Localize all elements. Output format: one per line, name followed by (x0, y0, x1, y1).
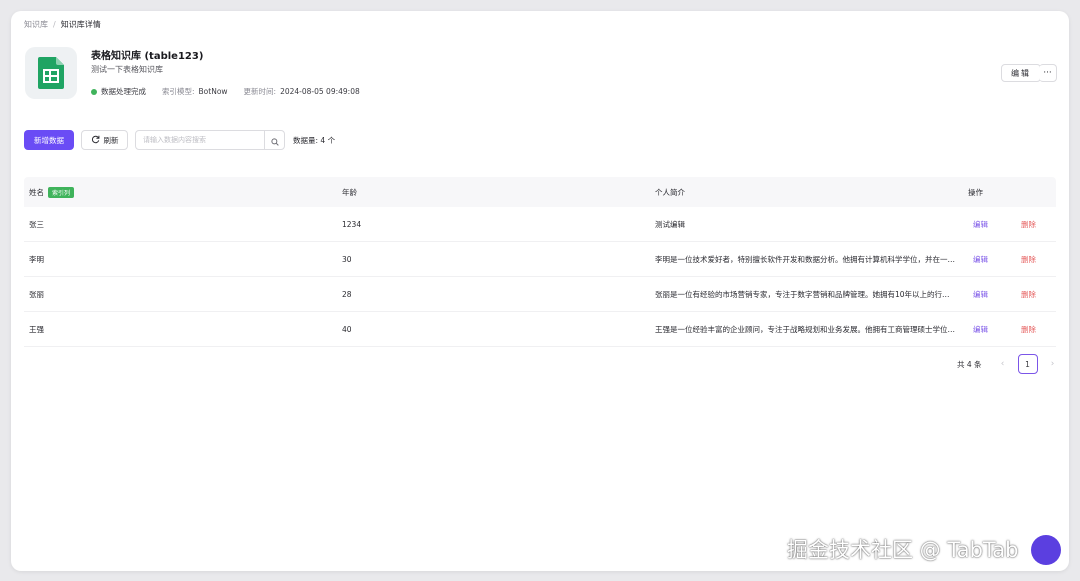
status-dot-icon (91, 88, 97, 95)
column-header-name: 姓名 索引列 (24, 186, 337, 198)
breadcrumb: 知识库 / 知识库详情 (24, 19, 101, 30)
index-model-label: 索引模型: (162, 87, 195, 96)
cell-name: 王强 (29, 324, 44, 334)
cell-bio: 测试编辑 (655, 219, 685, 229)
cell-name: 张丽 (29, 289, 44, 299)
data-count: 数据量: 4 个 (293, 135, 336, 145)
data-table: 姓名 索引列 年龄 个人简介 操作 张三 1234 测试编辑 编辑 删除 李明 … (24, 177, 1056, 347)
column-header-name-label: 姓名 (29, 187, 44, 197)
table-row: 张丽 28 张丽是一位有经验的市场营销专家，专注于数字营销和品牌管理。她拥有10… (24, 277, 1056, 312)
kb-meta: 数据处理完成 索引模型: BotNow 更新时间: 2024-08-05 09:… (91, 86, 376, 97)
watermark: 掘金技术社区 @ TabTab (787, 538, 1019, 562)
index-model-value: BotNow (198, 87, 228, 96)
floating-assistant-button[interactable] (1031, 535, 1061, 565)
more-options-button[interactable]: ··· (1039, 64, 1057, 82)
cell-age: 28 (342, 289, 352, 299)
prev-page-button[interactable]: ‹ (994, 359, 1012, 369)
breadcrumb-separator: / (53, 20, 56, 29)
search-button[interactable] (264, 131, 284, 149)
index-column-badge: 索引列 (48, 186, 75, 198)
row-edit-link[interactable]: 编辑 (973, 219, 988, 230)
refresh-button[interactable]: 刷新 (81, 130, 128, 150)
pagination: 共 4 条 ‹ 1 › (957, 354, 1062, 374)
pagination-total: 共 4 条 (957, 359, 982, 369)
cell-name: 李明 (29, 254, 44, 264)
table-row: 张三 1234 测试编辑 编辑 删除 (24, 207, 1056, 242)
row-edit-link[interactable]: 编辑 (973, 254, 988, 265)
app-window: 知识库 / 知识库详情 表格知识库 (table123) 测试一下表格知识库 数… (11, 11, 1069, 571)
column-header-bio: 个人简介 (655, 187, 685, 197)
search-icon (270, 131, 279, 149)
cell-age: 1234 (342, 219, 362, 229)
kb-description: 测试一下表格知识库 (91, 65, 163, 74)
updated-value: 2024-08-05 09:49:08 (280, 87, 360, 96)
refresh-icon (91, 135, 100, 146)
cell-age: 40 (342, 324, 352, 334)
row-delete-link[interactable]: 删除 (1021, 219, 1036, 230)
search-input[interactable] (136, 131, 264, 149)
column-header-age: 年龄 (342, 187, 357, 197)
cell-bio: 张丽是一位有经验的市场营销专家，专注于数字营销和品牌管理。她拥有10年以上的行业… (655, 289, 963, 299)
breadcrumb-current: 知识库详情 (60, 20, 101, 29)
page-button-current[interactable]: 1 (1017, 354, 1038, 374)
cell-name: 张三 (29, 219, 44, 229)
breadcrumb-root[interactable]: 知识库 (24, 19, 48, 30)
edit-kb-button[interactable]: 编辑 (1001, 64, 1041, 82)
add-data-button[interactable]: 新增数据 (24, 130, 74, 150)
cell-age: 30 (342, 254, 352, 264)
table-row: 李明 30 李明是一位技术爱好者，特别擅长软件开发和数据分析。他拥有计算机科学学… (24, 242, 1056, 277)
column-header-actions: 操作 (968, 187, 983, 197)
cell-bio: 李明是一位技术爱好者，特别擅长软件开发和数据分析。他拥有计算机科学学位，并在一家… (655, 254, 963, 264)
next-page-button[interactable]: › (1044, 359, 1062, 369)
page-title: 表格知识库 (table123) (91, 51, 204, 62)
table-row: 王强 40 王强是一位经验丰富的企业顾问，专注于战略规划和业务发展。他拥有工商管… (24, 312, 1056, 347)
row-delete-link[interactable]: 删除 (1021, 324, 1036, 335)
row-delete-link[interactable]: 删除 (1021, 254, 1036, 265)
row-edit-link[interactable]: 编辑 (973, 324, 988, 335)
updated-label: 更新时间: (243, 87, 277, 96)
cell-actions: 编辑 删除 (963, 219, 1056, 230)
refresh-label: 刷新 (103, 135, 119, 145)
row-edit-link[interactable]: 编辑 (973, 289, 988, 300)
cell-actions: 编辑 删除 (963, 254, 1056, 265)
google-sheets-icon (25, 47, 77, 99)
cell-bio: 王强是一位经验丰富的企业顾问，专注于战略规划和业务发展。他拥有工商管理硕士学位，… (655, 324, 963, 334)
toolbar: 新增数据 刷新 数据量: 4 个 (24, 130, 444, 150)
row-delete-link[interactable]: 删除 (1021, 289, 1036, 300)
search-box (135, 130, 285, 150)
cell-actions: 编辑 删除 (963, 324, 1056, 335)
table-header: 姓名 索引列 年龄 个人简介 操作 (24, 177, 1056, 207)
status-text: 数据处理完成 (101, 87, 146, 96)
cell-actions: 编辑 删除 (963, 289, 1056, 300)
